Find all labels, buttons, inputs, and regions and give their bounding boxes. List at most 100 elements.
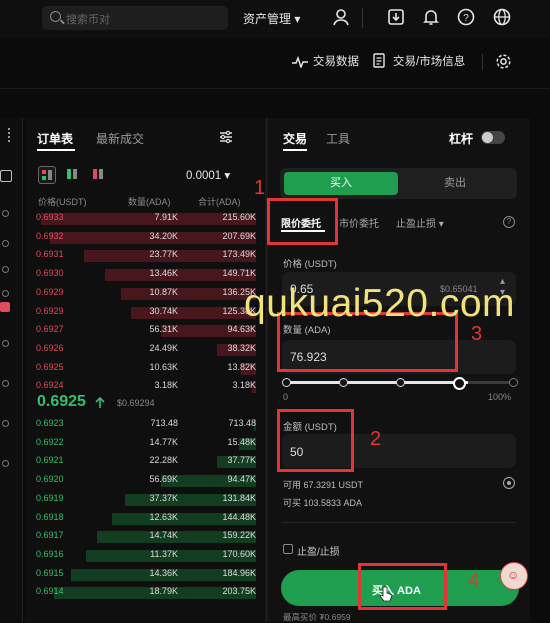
ask-qty: 13.46K bbox=[149, 268, 178, 279]
bid-row[interactable]: 0.6915 14.36K 184.96K bbox=[36, 568, 256, 582]
more-icon[interactable] bbox=[8, 128, 12, 142]
ask-row[interactable]: 0.6933 7.91K 215.60K bbox=[36, 212, 256, 226]
bid-qty: 14.36K bbox=[149, 567, 178, 578]
ask-price: 0.6927 bbox=[36, 324, 64, 335]
ask-price: 0.6931 bbox=[36, 249, 64, 260]
bid-row[interactable]: 0.6918 12.63K 144.48K bbox=[36, 512, 256, 526]
slider-step-100[interactable] bbox=[509, 378, 518, 387]
bid-qty: 713.48 bbox=[150, 418, 178, 428]
amount-slider-fill bbox=[285, 381, 468, 384]
tpsl-label: 止盈/止损 bbox=[297, 547, 340, 558]
order-type-tpsl[interactable]: 止盈止损 ▾ bbox=[396, 215, 444, 230]
precision-select[interactable]: 0.0001 ▾ bbox=[186, 168, 230, 182]
bid-price: 0.6919 bbox=[36, 492, 64, 503]
bell-icon[interactable] bbox=[421, 8, 441, 28]
slider-handle[interactable] bbox=[453, 377, 466, 390]
mid-usd: $0.69294 bbox=[117, 398, 155, 408]
ask-row[interactable]: 0.6925 10.63K 13.82K bbox=[36, 362, 256, 376]
annotation-box-4 bbox=[358, 563, 447, 610]
ask-price: 0.6930 bbox=[36, 268, 64, 279]
ask-row[interactable]: 0.6929 30.74K 125.38K bbox=[36, 306, 256, 320]
leverage-toggle[interactable] bbox=[481, 131, 505, 144]
annotation-number-3: 3 bbox=[471, 323, 483, 345]
ask-row[interactable]: 0.6932 34.20K 207.69K bbox=[36, 231, 256, 245]
annotation-number-2: 2 bbox=[370, 428, 382, 450]
search-placeholder: 搜索币对 bbox=[66, 14, 110, 26]
both-sides-view-icon[interactable] bbox=[38, 166, 56, 184]
filter-icon[interactable] bbox=[219, 130, 233, 149]
ask-total: 215.60K bbox=[222, 212, 256, 222]
sell-tab[interactable]: 卖出 bbox=[398, 172, 512, 195]
transfer-icon[interactable] bbox=[503, 477, 515, 489]
slider-step-50[interactable] bbox=[396, 378, 405, 387]
tab-tools[interactable]: 工具 bbox=[326, 130, 350, 147]
bid-row[interactable]: 0.6920 56.69K 94.47K bbox=[36, 474, 256, 488]
search-icon bbox=[50, 11, 61, 22]
ask-row[interactable]: 0.6926 24.49K 38.32K bbox=[36, 343, 256, 357]
ask-row[interactable]: 0.6930 13.46K 149.71K bbox=[36, 268, 256, 282]
user-icon[interactable] bbox=[331, 8, 351, 28]
bid-row[interactable]: 0.6914 18.79K 203.75K bbox=[36, 586, 256, 600]
bid-price: 0.6918 bbox=[36, 511, 64, 522]
buy-tab[interactable]: 买入 bbox=[284, 172, 398, 195]
ask-qty: 34.20K bbox=[149, 230, 178, 241]
slider-step-25[interactable] bbox=[339, 378, 348, 387]
help-icon[interactable]: ? bbox=[456, 8, 476, 28]
ask-row[interactable]: 0.6929 10.87K 136.25K bbox=[36, 287, 256, 301]
trade-data-link[interactable]: 交易数据 bbox=[313, 53, 359, 69]
tab-orderbook[interactable]: 订单表 bbox=[37, 130, 73, 147]
bid-row[interactable]: 0.6919 37.37K 131.84K bbox=[36, 493, 256, 507]
bid-total: 144.48K bbox=[222, 511, 256, 522]
trade-market-link[interactable]: 交易/市场信息 bbox=[393, 53, 465, 69]
ask-qty: 24.49K bbox=[149, 342, 178, 353]
tab-latest-trades[interactable]: 最新成交 bbox=[96, 130, 144, 147]
bid-row[interactable]: 0.6923 713.48 713.48 bbox=[36, 418, 256, 432]
tab-trade[interactable]: 交易 bbox=[283, 130, 307, 147]
dot-icon bbox=[2, 240, 9, 247]
download-icon[interactable] bbox=[386, 8, 406, 28]
dot-icon bbox=[2, 380, 9, 387]
asset-menu[interactable]: 资产管理 ▾ bbox=[243, 10, 300, 27]
globe-icon[interactable] bbox=[492, 8, 512, 28]
annotation-box-1 bbox=[267, 198, 338, 245]
ask-row[interactable]: 0.6931 23.77K 173.49K bbox=[36, 249, 256, 263]
ask-price: 0.6932 bbox=[36, 230, 64, 241]
bid-qty: 56.69K bbox=[149, 474, 178, 485]
header-price: 价格(USDT) bbox=[38, 197, 87, 207]
bid-qty: 14.74K bbox=[149, 530, 178, 541]
dot-icon bbox=[2, 210, 9, 217]
ask-qty: 23.77K bbox=[149, 249, 178, 260]
ask-price: 0.6929 bbox=[36, 305, 64, 316]
bid-row[interactable]: 0.6917 14.74K 159.22K bbox=[36, 530, 256, 544]
ask-total: 173.49K bbox=[222, 249, 256, 260]
bid-row[interactable]: 0.6922 14.77K 15.48K bbox=[36, 437, 256, 451]
settings-icon[interactable] bbox=[495, 53, 512, 75]
search-box[interactable]: 搜索币对 bbox=[42, 6, 228, 30]
tpsl-checkbox[interactable] bbox=[283, 544, 293, 554]
ask-total: 149.71K bbox=[222, 268, 256, 279]
max-buy-price: 最高买价 ₮0.6959 bbox=[283, 612, 351, 622]
ask-row[interactable]: 0.6927 56.31K 94.63K bbox=[36, 324, 256, 338]
sub-bar bbox=[0, 38, 550, 89]
leverage-label: 杠杆 bbox=[449, 132, 474, 146]
ask-price: 0.6929 bbox=[36, 286, 64, 297]
bid-price: 0.6923 bbox=[36, 418, 64, 428]
ask-total: 38.32K bbox=[227, 342, 256, 353]
annotation-number-1: 1 bbox=[254, 177, 266, 199]
ask-qty: 10.87K bbox=[149, 286, 178, 297]
bid-row[interactable]: 0.6916 11.37K 170.60K bbox=[36, 549, 256, 563]
slider-step-0[interactable] bbox=[282, 378, 291, 387]
info-icon[interactable]: ? bbox=[503, 216, 515, 228]
expand-icon[interactable] bbox=[0, 170, 12, 182]
avatar-icon[interactable]: ☺ bbox=[500, 562, 528, 590]
svg-text:?: ? bbox=[463, 13, 469, 24]
bid-row[interactable]: 0.6921 22.28K 37.77K bbox=[36, 455, 256, 469]
order-type-market[interactable]: 市价委托 bbox=[339, 215, 379, 230]
available-balance: 可用 67.3291 USDT bbox=[283, 480, 364, 490]
bids-view-icon[interactable] bbox=[64, 166, 80, 182]
pulse-icon bbox=[292, 55, 308, 73]
slider-min: 0 bbox=[283, 392, 289, 402]
mid-price: 0.6925 bbox=[37, 393, 86, 410]
asks-view-icon[interactable] bbox=[90, 166, 106, 182]
bid-price: 0.6922 bbox=[36, 436, 64, 447]
